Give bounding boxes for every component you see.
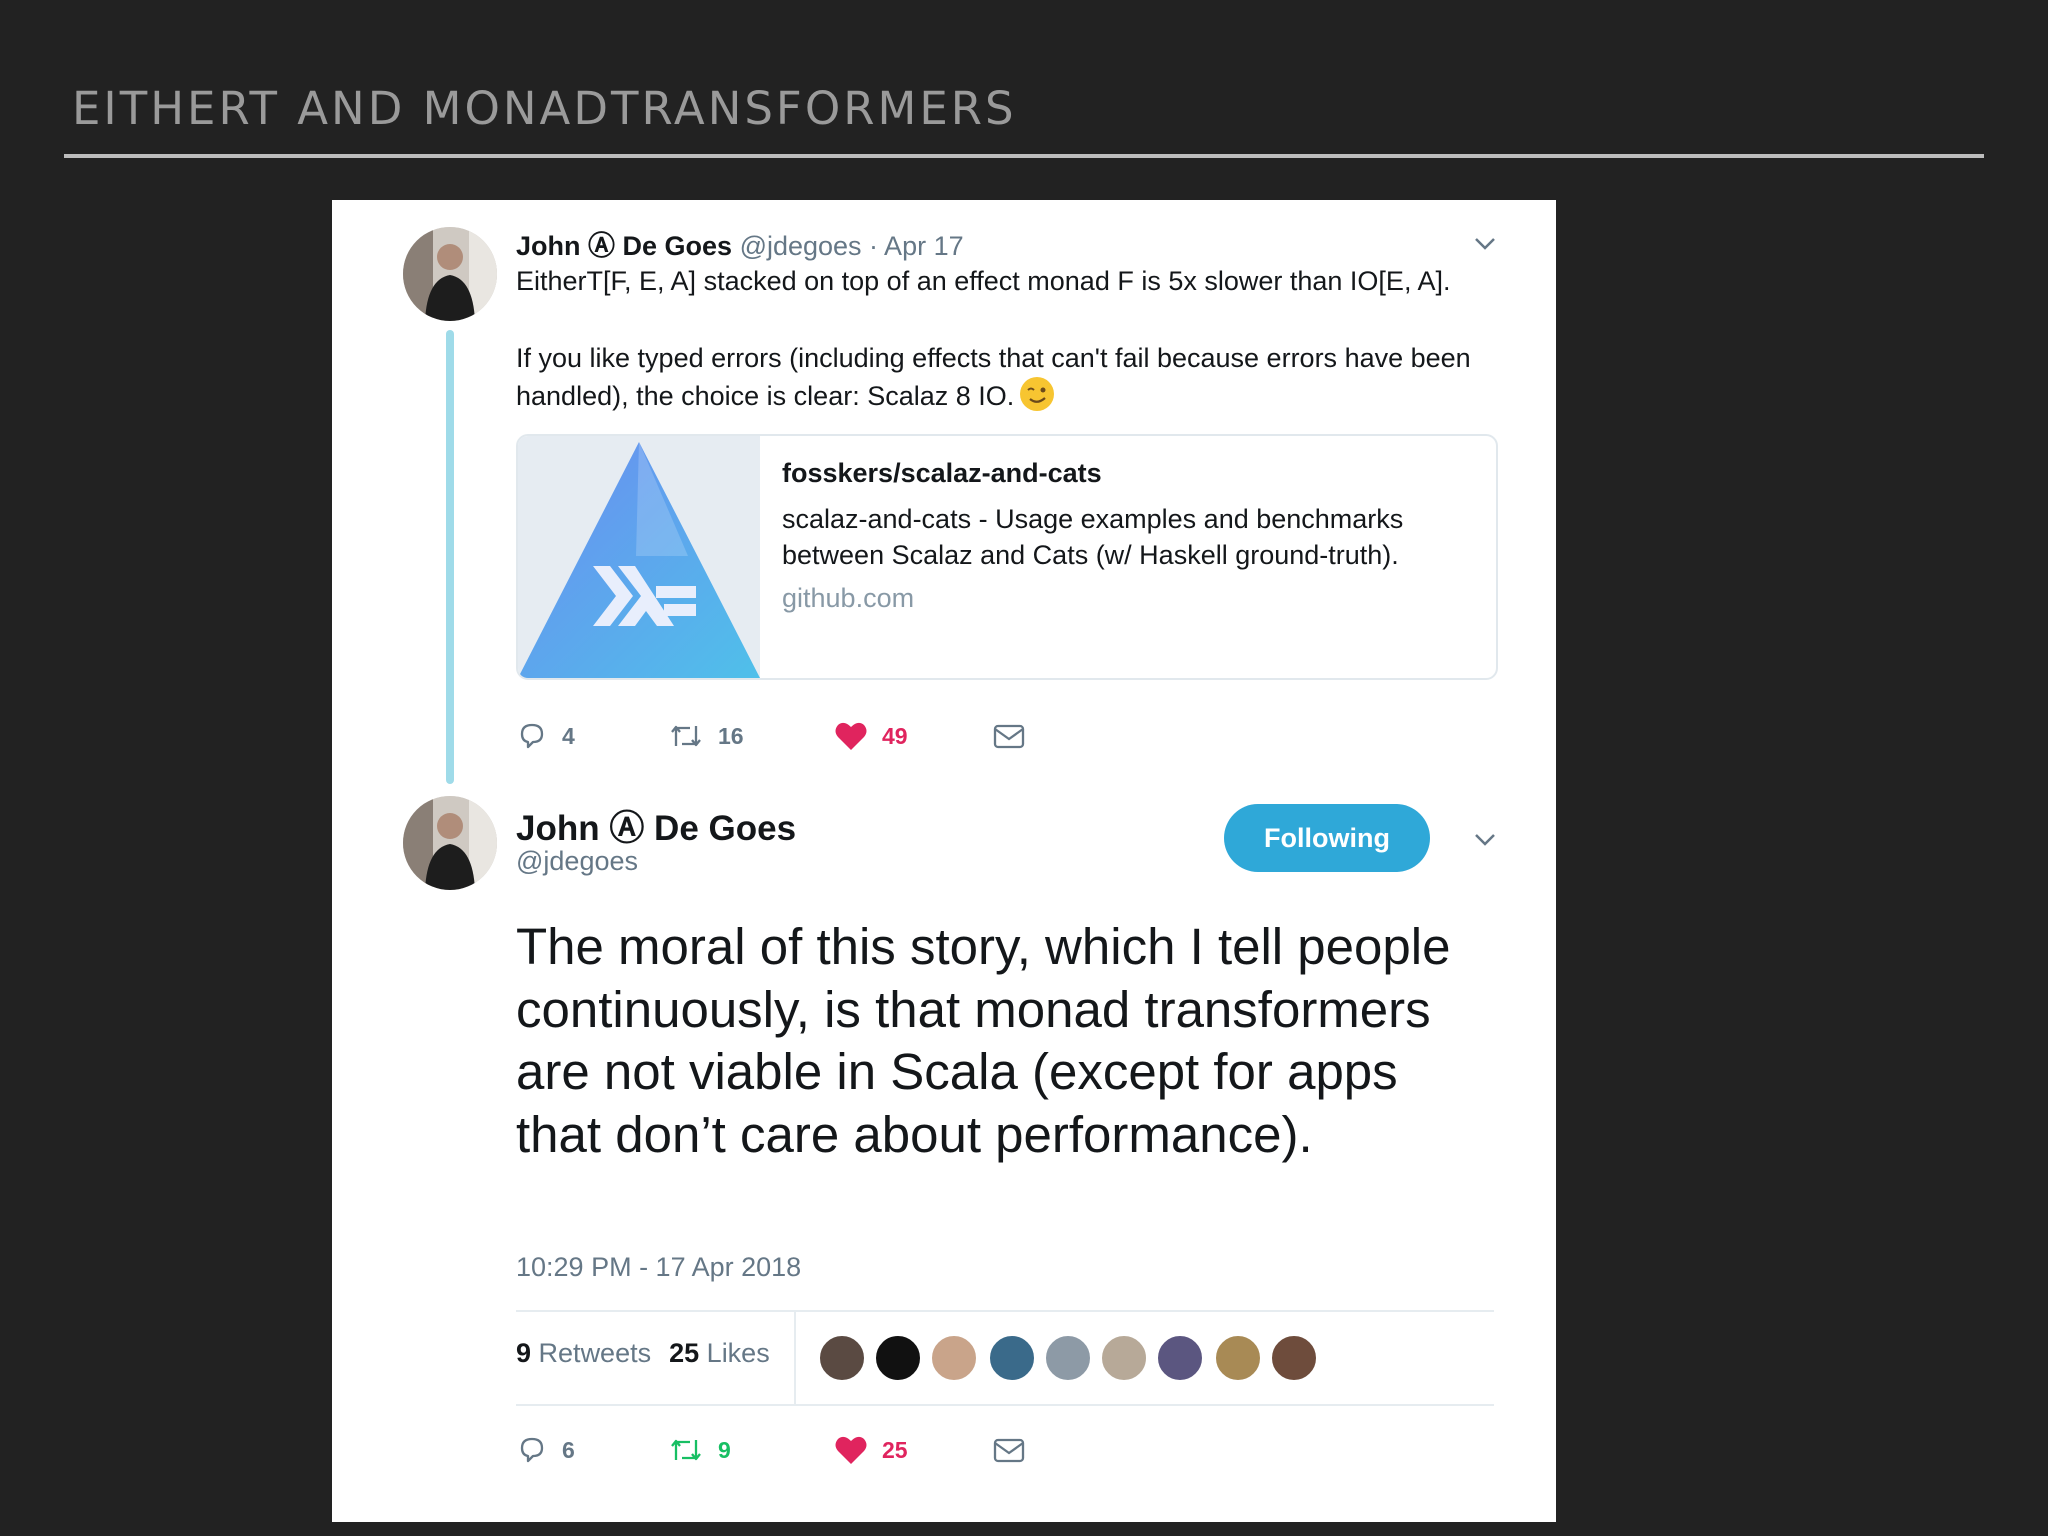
tweet-screenshot: John Ⓐ De Goes @jdegoes · Apr 17 EitherT…: [332, 200, 1556, 1522]
tweet-header: John Ⓐ De Goes @jdegoes · Apr 17: [516, 224, 964, 263]
avatar[interactable]: [403, 227, 497, 321]
reply-button[interactable]: 4: [516, 716, 575, 756]
reply-icon: [520, 723, 544, 749]
like-count: 25: [882, 1436, 908, 1463]
author-name[interactable]: John Ⓐ De Goes: [516, 231, 732, 261]
divider: [516, 1310, 1494, 1312]
likes-stat[interactable]: 25 Likes: [669, 1338, 770, 1368]
thread-connector: [446, 330, 454, 784]
tweet-text: The moral of this story, which I tell pe…: [516, 918, 1451, 1163]
envelope-icon: [993, 1438, 1025, 1463]
following-button[interactable]: Following: [1224, 804, 1430, 872]
liker-avatar[interactable]: [988, 1334, 1036, 1382]
tweet-timestamp[interactable]: 10:29 PM - 17 Apr 2018: [516, 1252, 801, 1283]
reply-icon: [520, 1437, 544, 1463]
liker-avatar[interactable]: [1156, 1334, 1204, 1382]
like-button[interactable]: 49: [834, 716, 908, 756]
author-handle-date[interactable]: @jdegoes · Apr 17: [740, 231, 964, 261]
engagement-stats: 9 Retweets 25 Likes: [516, 1338, 770, 1369]
author-name[interactable]: John Ⓐ De Goes: [516, 800, 796, 851]
retweet-count: 9: [718, 1436, 731, 1463]
liker-avatar[interactable]: [930, 1334, 978, 1382]
retweets-count: 9: [516, 1338, 532, 1368]
message-button[interactable]: [992, 1430, 1026, 1470]
message-button[interactable]: [992, 716, 1026, 756]
liker-avatar[interactable]: [1044, 1334, 1092, 1382]
heart-icon: [835, 722, 867, 750]
tweet-actions: 6 9 25: [516, 1430, 1116, 1470]
retweets-label: Retweets: [538, 1338, 652, 1368]
title-divider: [64, 154, 1984, 158]
envelope-icon: [993, 724, 1025, 749]
retweet-button[interactable]: 16: [668, 716, 744, 756]
retweet-icon: [671, 1439, 701, 1461]
liker-avatar[interactable]: [1270, 1334, 1318, 1382]
reply-count: 6: [562, 1436, 575, 1463]
link-preview-card[interactable]: fosskers/scalaz-and-cats scalaz-and-cats…: [516, 434, 1498, 680]
retweets-stat[interactable]: 9 Retweets: [516, 1338, 651, 1368]
avatar[interactable]: [403, 796, 497, 890]
retweet-button[interactable]: 9: [668, 1430, 731, 1470]
link-description: scalaz-and-cats - Usage examples and ben…: [782, 504, 1404, 570]
author-handle[interactable]: @jdegoes: [516, 846, 638, 877]
chevron-down-icon[interactable]: [1474, 828, 1496, 850]
liker-avatar[interactable]: [1214, 1334, 1262, 1382]
link-title[interactable]: fosskers/scalaz-and-cats: [782, 458, 1482, 489]
slide-title: EITHERT AND MONADTRANSFORMERS: [72, 82, 1017, 135]
likes-label: Likes: [706, 1338, 770, 1368]
retweet-icon: [671, 725, 701, 747]
winking-face-icon: [1020, 377, 1055, 411]
liker-avatar[interactable]: [818, 1334, 866, 1382]
tweet-actions: 4 16 49: [516, 716, 1116, 756]
tweet-paragraph: If you like typed errors (including effe…: [516, 342, 1471, 412]
heart-icon: [835, 1436, 867, 1464]
reply-button[interactable]: 6: [516, 1430, 575, 1470]
tweet-text: EitherT[F, E, A] stacked on top of an ef…: [516, 262, 1516, 416]
like-button[interactable]: 25: [834, 1430, 908, 1470]
likes-count: 25: [669, 1338, 700, 1368]
liker-avatar[interactable]: [1100, 1334, 1148, 1382]
link-domain: github.com: [782, 583, 915, 613]
chevron-down-icon[interactable]: [1474, 232, 1496, 254]
tweet-paragraph: EitherT[F, E, A] stacked on top of an ef…: [516, 266, 1451, 296]
retweet-count: 16: [718, 722, 744, 749]
divider: [516, 1404, 1494, 1406]
divider: [794, 1312, 796, 1404]
like-count: 49: [882, 722, 908, 749]
haskell-logo-icon: [518, 436, 760, 678]
liker-avatar[interactable]: [874, 1334, 922, 1382]
reply-count: 4: [562, 722, 575, 749]
